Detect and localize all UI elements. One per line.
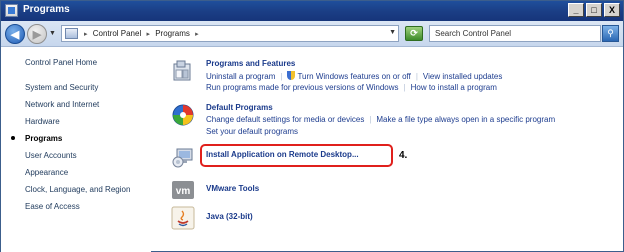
default-programs-icon[interactable] [171, 103, 195, 127]
address-row: ◀ ▶ ▼ ▸ Control Panel ▸ Programs ▸ ▼ ⟳ S… [1, 21, 623, 47]
chevron-right-icon[interactable]: ▸ [195, 31, 199, 38]
search-input[interactable]: Search Control Panel [429, 25, 601, 42]
uninstall-program-link[interactable]: Uninstall a program [206, 72, 275, 81]
windows-features-link[interactable]: Turn Windows features on or off [297, 72, 410, 81]
sidebar-item-label: Programs [25, 134, 63, 143]
sidebar-item-control-panel-home[interactable]: Control Panel Home [25, 58, 97, 67]
address-bar[interactable]: ▸ Control Panel ▸ Programs ▸ ▼ [61, 25, 399, 42]
default-programs-links-row-2: Set your default programs [206, 127, 298, 136]
sidebar-item-ease-of-access[interactable]: Ease of Access [25, 202, 80, 211]
java-icon[interactable] [171, 206, 195, 230]
sidebar-item-network-and-internet[interactable]: Network and Internet [25, 100, 99, 109]
run-older-programs-link[interactable]: Run programs made for previous versions … [206, 83, 399, 92]
sidebar-item-system-and-security[interactable]: System and Security [25, 83, 98, 92]
java-link[interactable]: Java (32-bit) [206, 212, 253, 221]
minimize-button[interactable]: _ [568, 3, 584, 17]
sidebar-item-appearance[interactable]: Appearance [25, 168, 68, 177]
close-button[interactable]: X [604, 3, 620, 17]
vmware-tools-link[interactable]: VMware Tools [206, 184, 259, 193]
control-panel-window: Programs _ □ X ◀ ▶ ▼ ▸ Control Panel ▸ P… [0, 0, 624, 252]
annotation-step-number: 4. [399, 150, 408, 161]
sidebar-item-clock-language-region[interactable]: Clock, Language, and Region [25, 185, 130, 194]
programs-and-features-icon[interactable] [171, 59, 195, 83]
sidebar-item-hardware[interactable]: Hardware [25, 117, 60, 126]
default-programs-link[interactable]: Default Programs [206, 103, 273, 112]
refresh-button[interactable]: ⟳ [405, 26, 423, 41]
breadcrumb: ▸ Control Panel ▸ Programs ▸ [84, 29, 202, 38]
annotation-highlight-box [200, 144, 393, 167]
link-separator: | [415, 72, 418, 81]
uac-shield-icon [287, 71, 296, 80]
window-controls: _ □ X [568, 3, 620, 17]
forward-button[interactable]: ▶ [27, 24, 47, 44]
remote-desktop-install-icon[interactable] [171, 146, 195, 170]
back-button[interactable]: ◀ [5, 24, 25, 44]
chevron-right-icon[interactable]: ▸ [146, 31, 150, 38]
category-programs-and-features: Programs and Features Uninstall a progra… [171, 59, 591, 99]
programs-features-links-row-2: Run programs made for previous versions … [206, 83, 497, 92]
default-programs-links-row-1: Change default settings for media or dev… [206, 115, 555, 124]
how-to-install-link[interactable]: How to install a program [411, 83, 497, 92]
svg-text:vm: vm [176, 186, 191, 197]
control-panel-icon [65, 28, 78, 39]
link-separator: | [369, 115, 372, 124]
address-dropdown-icon[interactable]: ▼ [389, 29, 396, 36]
change-default-settings-link[interactable]: Change default settings for media or dev… [206, 115, 364, 124]
search-icon[interactable]: ⚲ [602, 25, 619, 42]
current-page-bullet [11, 136, 15, 140]
recent-pages-dropdown-icon[interactable]: ▼ [49, 30, 56, 37]
programs-features-links-row-1: Uninstall a program | Turn Windows feature… [206, 71, 502, 81]
breadcrumb-programs[interactable]: Programs [155, 29, 190, 38]
file-type-association-link[interactable]: Make a file type always open in a specif… [376, 115, 555, 124]
category-java: Java (32-bit) [171, 206, 321, 230]
set-default-programs-link[interactable]: Set your default programs [206, 127, 298, 136]
window-title: Programs [23, 4, 70, 15]
title-bar[interactable]: Programs _ □ X [1, 1, 623, 21]
link-separator: | [403, 83, 406, 92]
link-separator: | [280, 72, 283, 81]
chevron-right-icon[interactable]: ▸ [84, 31, 88, 38]
category-vmware-tools: vm VMware Tools [171, 178, 321, 200]
sidebar-item-programs[interactable]: Programs [11, 134, 63, 143]
vmware-icon[interactable]: vm [171, 178, 195, 202]
control-panel-icon [5, 4, 18, 17]
category-default-programs: Default Programs Change default settings… [171, 103, 611, 139]
sidebar: Control Panel Home System and Security N… [1, 48, 151, 252]
view-installed-updates-link[interactable]: View installed updates [423, 72, 502, 81]
breadcrumb-control-panel[interactable]: Control Panel [93, 29, 141, 38]
maximize-button[interactable]: □ [586, 3, 602, 17]
sidebar-item-user-accounts[interactable]: User Accounts [25, 151, 77, 160]
programs-and-features-link[interactable]: Programs and Features [206, 59, 295, 68]
